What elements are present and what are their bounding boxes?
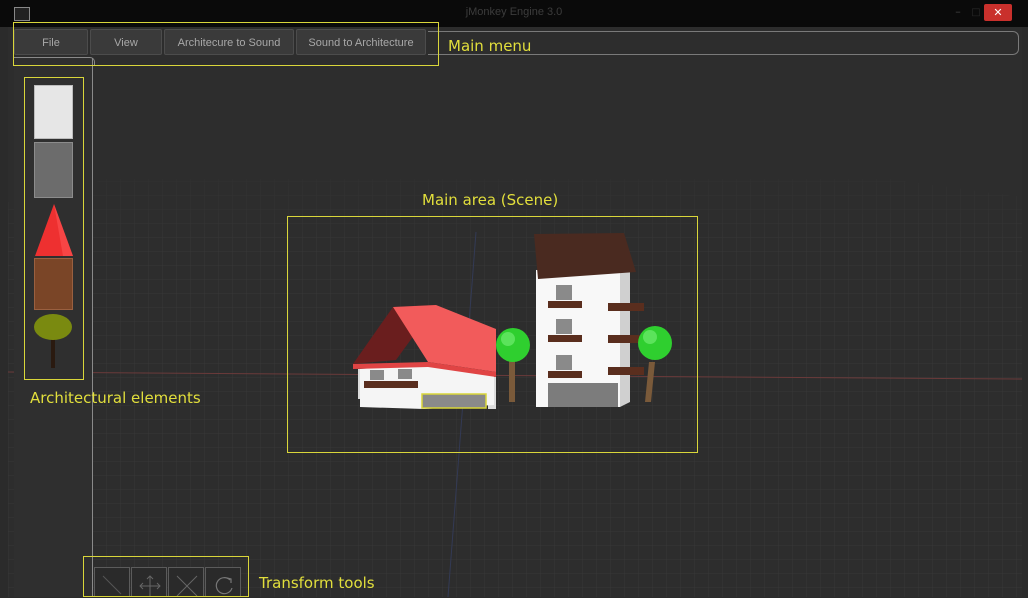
minimize-button[interactable]: –: [950, 5, 966, 21]
main-area-annotation-box: [287, 216, 698, 453]
main-menu-annotation-label: Main menu: [448, 37, 532, 55]
maximize-button[interactable]: □: [968, 5, 984, 21]
main-area-annotation-label: Main area (Scene): [422, 191, 559, 209]
architectural-elements-annotation-label: Architectural elements: [30, 389, 201, 407]
transform-tools-annotation-label: Transform tools: [259, 574, 375, 592]
transform-tools-annotation-box: [83, 556, 249, 597]
main-menu-annotation-box: [13, 22, 439, 66]
close-button[interactable]: ✕: [984, 4, 1012, 21]
architectural-elements-annotation-box: [24, 77, 84, 380]
window-title: jMonkey Engine 3.0: [465, 6, 563, 18]
